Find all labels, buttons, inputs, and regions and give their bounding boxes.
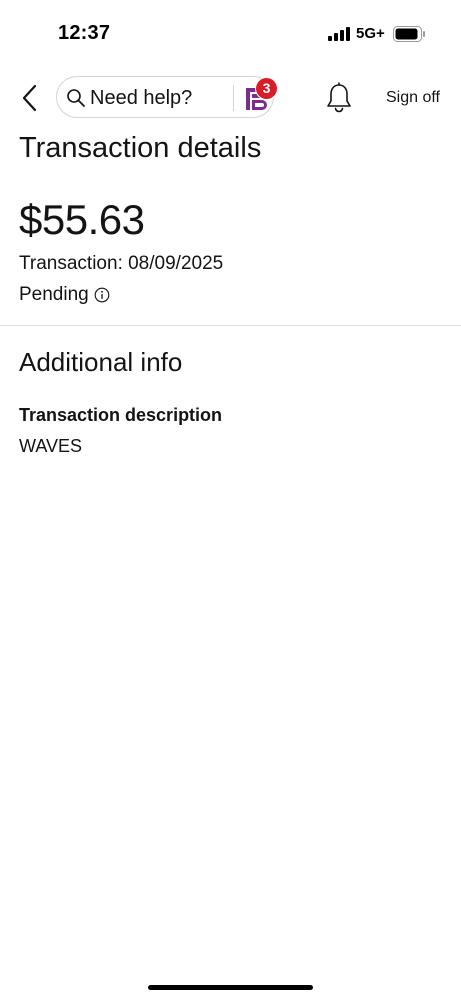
status-time: 12:37 bbox=[58, 22, 111, 44]
home-indicator[interactable] bbox=[148, 985, 313, 990]
signal-strength-icon bbox=[328, 27, 350, 41]
transaction-date: Transaction: 08/09/2025 bbox=[19, 253, 224, 274]
status-text: Pending bbox=[19, 284, 89, 305]
help-divider bbox=[233, 85, 234, 111]
description-label: Transaction description bbox=[19, 405, 223, 425]
page-title: Transaction details bbox=[19, 132, 262, 164]
additional-info-title: Additional info bbox=[19, 347, 183, 377]
bell-icon[interactable] bbox=[325, 82, 353, 114]
section-divider bbox=[0, 325, 461, 326]
transaction-status: Pending bbox=[19, 284, 110, 306]
battery-icon bbox=[393, 26, 425, 42]
description-value: WAVES bbox=[19, 436, 83, 456]
help-search-pill[interactable]: Need help? bbox=[56, 76, 274, 118]
help-label: Need help? bbox=[90, 87, 193, 109]
transaction-amount: $55.63 bbox=[19, 196, 145, 243]
back-button[interactable] bbox=[14, 80, 44, 116]
sign-off-link[interactable]: Sign off bbox=[386, 89, 440, 107]
notification-count-badge: 3 bbox=[256, 78, 277, 99]
status-bar: 12:37 5G+ bbox=[0, 0, 461, 64]
info-icon[interactable] bbox=[94, 287, 110, 303]
search-icon bbox=[67, 89, 85, 107]
chevron-left-icon bbox=[22, 84, 37, 112]
network-type: 5G+ bbox=[356, 25, 385, 42]
